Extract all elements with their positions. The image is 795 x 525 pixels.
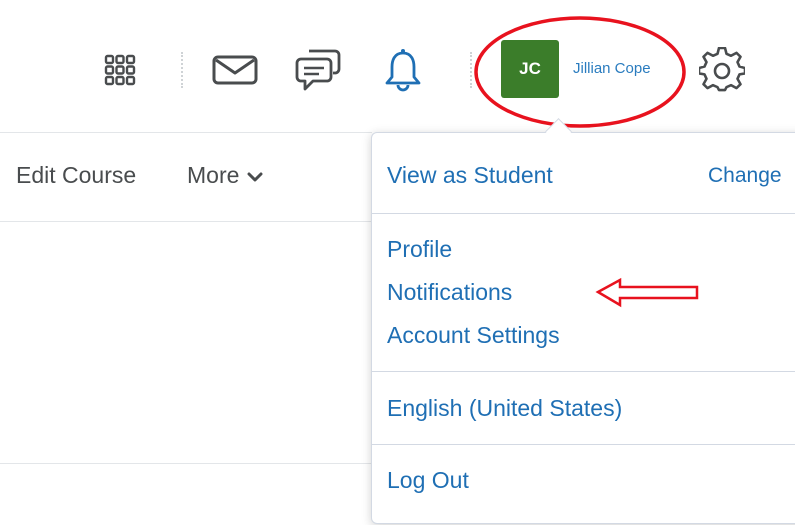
content-divider: [0, 463, 372, 464]
mail-icon[interactable]: [208, 50, 262, 90]
chat-icon[interactable]: [294, 46, 344, 94]
bell-icon[interactable]: [381, 46, 425, 94]
profile-link[interactable]: Profile: [387, 236, 452, 263]
account-settings-link[interactable]: Account Settings: [387, 322, 560, 349]
user-avatar[interactable]: JC: [501, 40, 559, 98]
dropdown-divider: [372, 371, 795, 372]
notifications-link[interactable]: Notifications: [387, 279, 512, 306]
chevron-down-icon: [247, 162, 263, 189]
change-role-link[interactable]: Change: [708, 164, 782, 188]
navbar-divider: [470, 52, 472, 88]
navbar-divider: [181, 52, 183, 88]
view-as-student-link[interactable]: View as Student: [387, 162, 553, 189]
dropdown-divider: [372, 444, 795, 445]
language-link[interactable]: English (United States): [387, 395, 622, 422]
more-label: More: [187, 162, 240, 188]
log-out-link[interactable]: Log Out: [387, 467, 469, 494]
dropdown-divider: [372, 213, 795, 214]
user-name[interactable]: Jillian Cope: [573, 60, 651, 77]
content-divider: [0, 221, 372, 222]
gear-icon[interactable]: [697, 46, 747, 94]
header-divider: [0, 132, 372, 133]
more-menu-button[interactable]: More: [187, 162, 263, 189]
apps-grid-icon[interactable]: [98, 48, 142, 92]
edit-course-link[interactable]: Edit Course: [16, 162, 136, 189]
